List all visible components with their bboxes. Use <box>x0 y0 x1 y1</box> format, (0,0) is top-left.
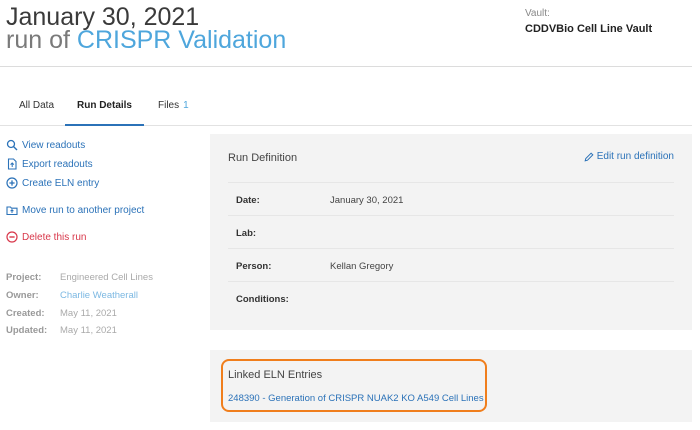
meta-updated-value: May 11, 2021 <box>60 325 117 336</box>
tab-all-data[interactable]: All Data <box>19 88 54 126</box>
header-divider <box>0 66 692 67</box>
move-folder-icon <box>6 206 18 216</box>
plus-circle-icon <box>6 177 18 189</box>
field-row-date: Date: January 30, 2021 <box>228 182 674 215</box>
search-icon <box>6 139 18 151</box>
page-subtitle: run of CRISPR Validation <box>6 27 286 53</box>
meta-owner-label: Owner: <box>6 290 39 301</box>
field-value: Kellan Gregory <box>330 261 394 272</box>
move-run-link[interactable]: Move run to another project <box>6 204 144 216</box>
meta-project-value: Engineered Cell Lines <box>60 272 153 283</box>
field-label: Person: <box>236 261 272 272</box>
project-title-link[interactable]: CRISPR Validation <box>77 26 286 54</box>
field-row-lab: Lab: <box>228 215 674 248</box>
field-label: Lab: <box>236 228 257 239</box>
files-count-badge: 1 <box>183 100 189 111</box>
minus-circle-icon <box>6 231 18 243</box>
meta-project-label: Project: <box>6 272 42 283</box>
run-definition-panel: Run Definition Edit run definition Date:… <box>210 134 692 330</box>
field-label: Date: <box>236 195 260 206</box>
create-eln-entry-link[interactable]: Create ELN entry <box>6 177 99 189</box>
field-value: January 30, 2021 <box>330 195 404 206</box>
tab-files[interactable]: Files 1 <box>158 88 189 126</box>
tab-bar: All Data Run Details Files 1 <box>0 88 692 126</box>
meta-owner-value[interactable]: Charlie Weatherall <box>60 290 138 301</box>
delete-run-link[interactable]: Delete this run <box>6 231 86 243</box>
tab-run-details[interactable]: Run Details <box>65 88 144 126</box>
eln-highlight-box <box>221 359 487 412</box>
field-row-conditions: Conditions: <box>228 281 674 314</box>
meta-created-label: Created: <box>6 308 45 319</box>
meta-updated-label: Updated: <box>6 325 48 336</box>
view-readouts-link[interactable]: View readouts <box>6 139 85 151</box>
vault-name: CDDVBio Cell Line Vault <box>525 23 653 35</box>
field-label: Conditions: <box>236 294 289 305</box>
run-definition-title: Run Definition <box>228 152 298 164</box>
meta-created-value: May 11, 2021 <box>60 308 117 319</box>
pencil-icon <box>584 151 594 161</box>
edit-run-definition-link[interactable]: Edit run definition <box>584 151 674 162</box>
linked-eln-title: Linked ELN Entries <box>228 369 323 381</box>
export-document-icon <box>7 158 17 170</box>
export-readouts-link[interactable]: Export readouts <box>6 158 93 170</box>
field-row-person: Person: Kellan Gregory <box>228 248 674 281</box>
vault-label: Vault: <box>525 8 550 19</box>
run-of-text: run of <box>6 26 70 54</box>
eln-entry-link[interactable]: 248390 - Generation of CRISPR NUAK2 KO A… <box>228 393 484 404</box>
